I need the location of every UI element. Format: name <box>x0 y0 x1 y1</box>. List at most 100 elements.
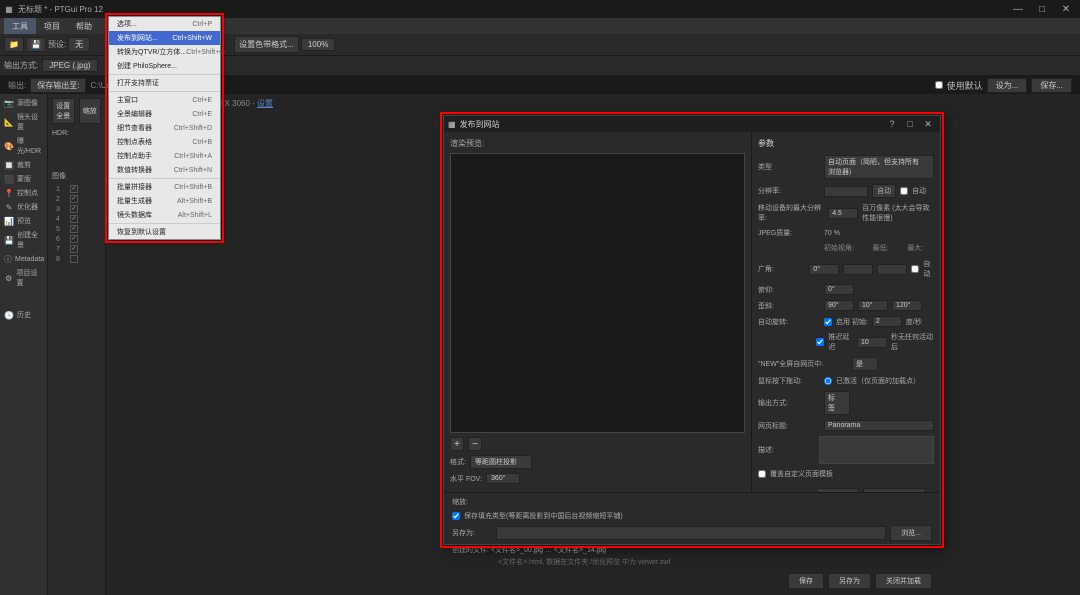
tilt-b-input[interactable] <box>858 300 888 311</box>
auto-dim-button[interactable]: 自动 <box>872 184 896 198</box>
click-radio[interactable] <box>824 377 832 385</box>
dd-options[interactable]: 选项...Ctrl+P <box>109 17 220 31</box>
fmt-select[interactable]: 等距圆柱投影 <box>470 455 532 469</box>
fov-b-input[interactable] <box>843 264 873 275</box>
image-checkbox[interactable] <box>70 235 78 243</box>
breadcrumb-link[interactable]: 设置 <box>257 99 273 108</box>
template-button[interactable]: 自定义模板... <box>863 488 926 492</box>
fov-c-input[interactable] <box>877 264 907 275</box>
rot-delay-checkbox[interactable] <box>816 338 824 346</box>
desc-textarea[interactable] <box>819 436 934 464</box>
minimize-button[interactable]: — <box>1008 2 1028 16</box>
dialog-saveas-button[interactable]: 另存为 <box>828 573 871 589</box>
fov-a-input[interactable] <box>809 264 839 275</box>
image-checkbox[interactable] <box>70 215 78 223</box>
save-default-button[interactable]: 设为... <box>987 78 1028 93</box>
remove-button[interactable]: − <box>468 437 482 451</box>
dd-batch-builder[interactable]: 批量生成器Alt+Shift+B <box>109 194 220 208</box>
save-path-field[interactable]: 保存输出至: <box>30 78 86 93</box>
bands-button[interactable]: 设置色带格式... <box>234 36 299 53</box>
dialog-help-button[interactable]: ? <box>884 119 900 130</box>
dialog-save-button[interactable]: 保存 <box>788 573 824 589</box>
dd-cp-assistant[interactable]: 控制点助手Ctrl+Shift+A <box>109 149 220 163</box>
sidebar-item-preview[interactable]: 📊预览 <box>0 214 47 228</box>
dd-batch-stitcher[interactable]: 批量拼接器Ctrl+Shift+B <box>109 180 220 194</box>
dialog-maximize-button[interactable]: □ <box>902 119 918 130</box>
defs-checkbox[interactable] <box>758 470 766 478</box>
sidebar-item-lens[interactable]: 📐镜头设置 <box>0 110 47 134</box>
toolbar-icon[interactable]: 💾 <box>26 37 46 52</box>
rot-enable-checkbox[interactable] <box>824 318 832 326</box>
image-row[interactable]: 4 <box>52 215 101 223</box>
dialog-close-button[interactable]: ✕ <box>920 119 936 130</box>
out-fmt-select[interactable]: JPEG (.jpg) <box>42 59 97 72</box>
dim-input[interactable] <box>824 186 868 197</box>
max-input[interactable] <box>828 208 858 219</box>
out-select[interactable]: 标签 <box>824 391 850 415</box>
sidebar-item-mask[interactable]: ⬛蒙版 <box>0 172 47 186</box>
fov-input[interactable] <box>486 473 520 484</box>
sidebar-item-crop[interactable]: 🔲裁剪 <box>0 158 47 172</box>
title-input[interactable] <box>824 420 934 431</box>
sidebar-item-export[interactable]: 💾创建全景 <box>0 228 47 252</box>
image-checkbox[interactable] <box>70 185 78 193</box>
image-row[interactable]: 7 <box>52 245 101 253</box>
image-checkbox[interactable] <box>70 225 78 233</box>
close-button[interactable]: ✕ <box>1056 2 1076 16</box>
zoom-select[interactable]: 100% <box>301 38 335 51</box>
sidebar-item-exposure[interactable]: 🎨曝光/HDR <box>0 134 47 158</box>
add-button[interactable]: + <box>450 437 464 451</box>
dd-num-converter[interactable]: 数值转换器Ctrl+Shift+N <box>109 163 220 177</box>
menu-project[interactable]: 项目 <box>36 18 68 34</box>
sidebar-item-project[interactable]: ⚙项目设置 <box>0 266 47 290</box>
dd-qtvr[interactable]: 转换为QTVR/立方体...Ctrl+Shift+Q <box>109 45 220 59</box>
image-checkbox[interactable] <box>70 245 78 253</box>
dd-main-window[interactable]: 主窗口Ctrl+E <box>109 93 220 107</box>
dd-lens-db[interactable]: 镜头数据库Alt+Shift+L <box>109 208 220 222</box>
image-checkbox[interactable] <box>70 255 78 263</box>
save-button[interactable]: 保存... <box>1031 78 1072 93</box>
maximize-button[interactable]: □ <box>1032 2 1052 16</box>
image-checkbox[interactable] <box>70 195 78 203</box>
dd-support[interactable]: 打开支持票证 <box>109 76 220 90</box>
sidebar-item-history[interactable]: 🕓历史 <box>0 308 47 322</box>
set-pano-button[interactable]: 设置全景 <box>52 98 75 124</box>
tilt-c-input[interactable] <box>892 300 922 311</box>
browse-button[interactable]: 浏览... <box>890 525 932 541</box>
menu-help[interactable]: 帮助 <box>68 18 100 34</box>
dd-publish[interactable]: 发布到网站...Ctrl+Shift+W <box>109 31 220 45</box>
tilt-a-input[interactable] <box>824 300 854 311</box>
image-row[interactable]: 8 <box>52 255 101 263</box>
wrap-checkbox[interactable] <box>911 265 919 273</box>
embed-select[interactable]: 是 <box>852 357 878 371</box>
save-fill-checkbox[interactable] <box>452 512 460 520</box>
saveas-input[interactable] <box>496 526 886 540</box>
image-row[interactable]: 1 <box>52 185 101 193</box>
image-row[interactable]: 6 <box>52 235 101 243</box>
preset-select[interactable]: 无 <box>68 37 90 52</box>
dialog-close-button[interactable]: 关闭并加载 <box>875 573 932 589</box>
dd-cp-table[interactable]: 控制点表格Ctrl+B <box>109 135 220 149</box>
dd-philosphere[interactable]: 创建 PhiloSphere... <box>109 59 220 73</box>
menu-tools[interactable]: 工具 <box>4 18 36 34</box>
dd-restore-defaults[interactable]: 恢复到默认设置 <box>109 225 220 239</box>
type-select[interactable]: 自动页面（简陋，但支持所有浏览器） <box>824 155 934 179</box>
image-checkbox[interactable] <box>70 205 78 213</box>
dd-detail-viewer[interactable]: 细节查看器Ctrl+Shift+D <box>109 121 220 135</box>
zoom-button[interactable]: 缩放 <box>79 98 102 124</box>
dim-auto-checkbox[interactable] <box>900 187 908 195</box>
sidebar-item-metadata[interactable]: ⓘMetadata <box>0 252 47 266</box>
image-row[interactable]: 3 <box>52 205 101 213</box>
image-row[interactable]: 5 <box>52 225 101 233</box>
use-default-checkbox[interactable] <box>935 81 943 89</box>
sidebar-item-optimizer[interactable]: ✎优化器 <box>0 200 47 214</box>
toolbar-icon[interactable]: 📁 <box>4 37 24 52</box>
image-row[interactable]: 2 <box>52 195 101 203</box>
page-button[interactable]: 页面... <box>817 488 859 492</box>
sidebar-item-cp[interactable]: 📍控制点 <box>0 186 47 200</box>
rot-delay-input[interactable] <box>857 337 887 348</box>
pitch-a-input[interactable] <box>824 284 854 295</box>
sidebar-item-sources[interactable]: 📷源图像 <box>0 96 47 110</box>
rot-speed-input[interactable] <box>872 316 902 327</box>
dd-pano-editor[interactable]: 全景编辑器Ctrl+E <box>109 107 220 121</box>
